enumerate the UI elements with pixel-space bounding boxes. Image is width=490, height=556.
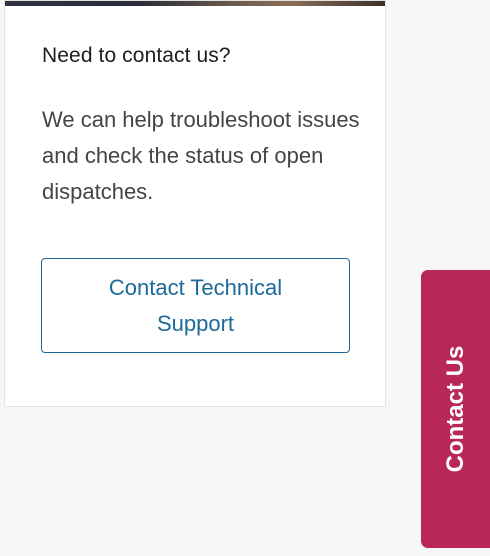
contact-us-tab-label: Contact Us: [441, 345, 469, 473]
contact-technical-support-button[interactable]: Contact Technical Support: [41, 258, 350, 353]
contact-card: Need to contact us? We can help troubles…: [4, 0, 386, 407]
card-title: Need to contact us?: [42, 44, 231, 67]
card-header-image: [5, 1, 385, 6]
contact-us-tab[interactable]: Contact Us: [421, 270, 490, 548]
card-description: We can help troubleshoot issues and chec…: [42, 107, 360, 204]
